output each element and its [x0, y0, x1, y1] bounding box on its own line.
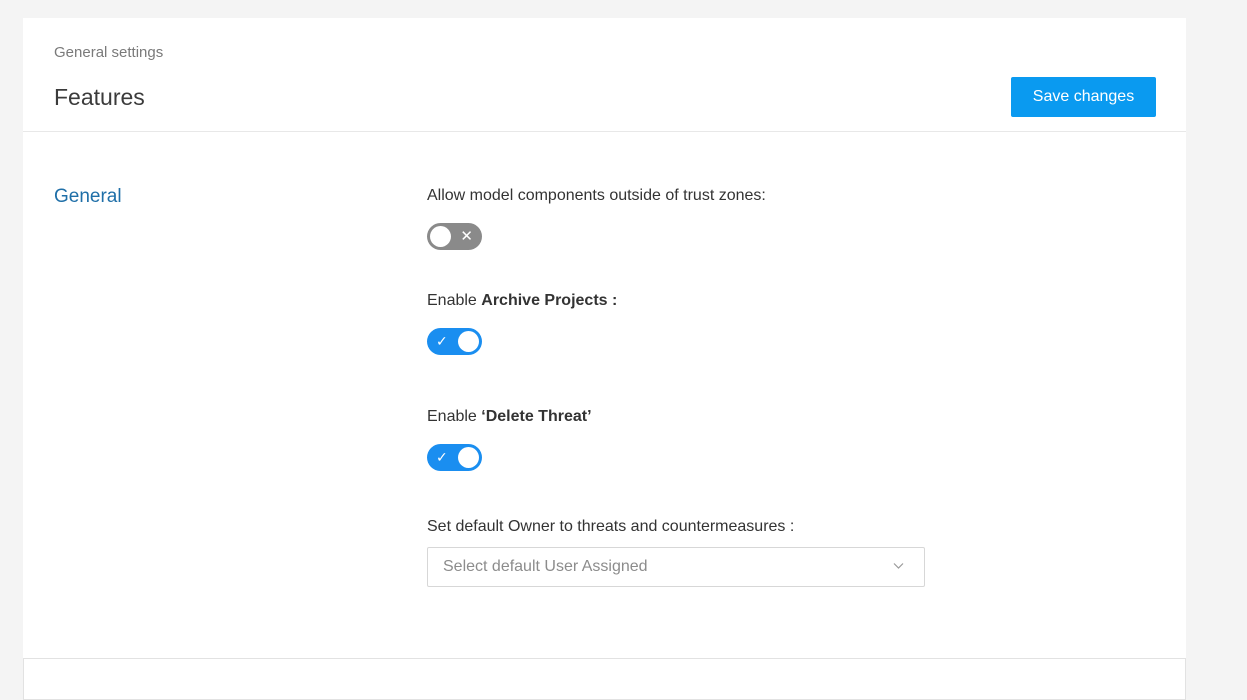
check-icon: ✓: [436, 449, 448, 465]
trust-zones-label: Allow model components outside of trust …: [427, 187, 766, 204]
default-owner-select[interactable]: Select default User Assigned: [427, 547, 925, 587]
close-icon: ✕: [460, 228, 473, 245]
next-settings-panel: [23, 658, 1186, 700]
chevron-down-icon: [893, 563, 904, 569]
page-title: Features: [54, 84, 145, 110]
trust-zones-toggle[interactable]: ✕: [427, 223, 482, 250]
delete-threat-label: Enable ‘Delete Threat’: [427, 408, 592, 426]
delete-threat-label-bold: ‘Delete Threat’: [481, 408, 592, 425]
toggle-knob: [430, 226, 451, 247]
archive-projects-toggle[interactable]: ✓: [427, 328, 482, 355]
delete-threat-label-prefix: Enable: [427, 408, 482, 425]
delete-threat-toggle[interactable]: ✓: [427, 444, 482, 471]
archive-projects-label: Enable Archive Projects :: [427, 292, 617, 310]
settings-panel: General settings Features Save changes G…: [23, 18, 1186, 658]
section-title-general: General: [54, 186, 122, 207]
toggle-knob: [458, 331, 479, 352]
toggle-knob: [458, 447, 479, 468]
breadcrumb[interactable]: General settings: [54, 44, 163, 61]
default-owner-label: Set default Owner to threats and counter…: [427, 518, 795, 535]
archive-projects-label-prefix: Enable: [427, 292, 482, 309]
page-header: General settings Features Save changes: [23, 18, 1186, 132]
archive-projects-label-bold: Archive Projects :: [481, 292, 618, 309]
default-owner-placeholder: Select default User Assigned: [443, 558, 648, 575]
check-icon: ✓: [436, 333, 448, 349]
save-changes-button[interactable]: Save changes: [1011, 77, 1156, 117]
